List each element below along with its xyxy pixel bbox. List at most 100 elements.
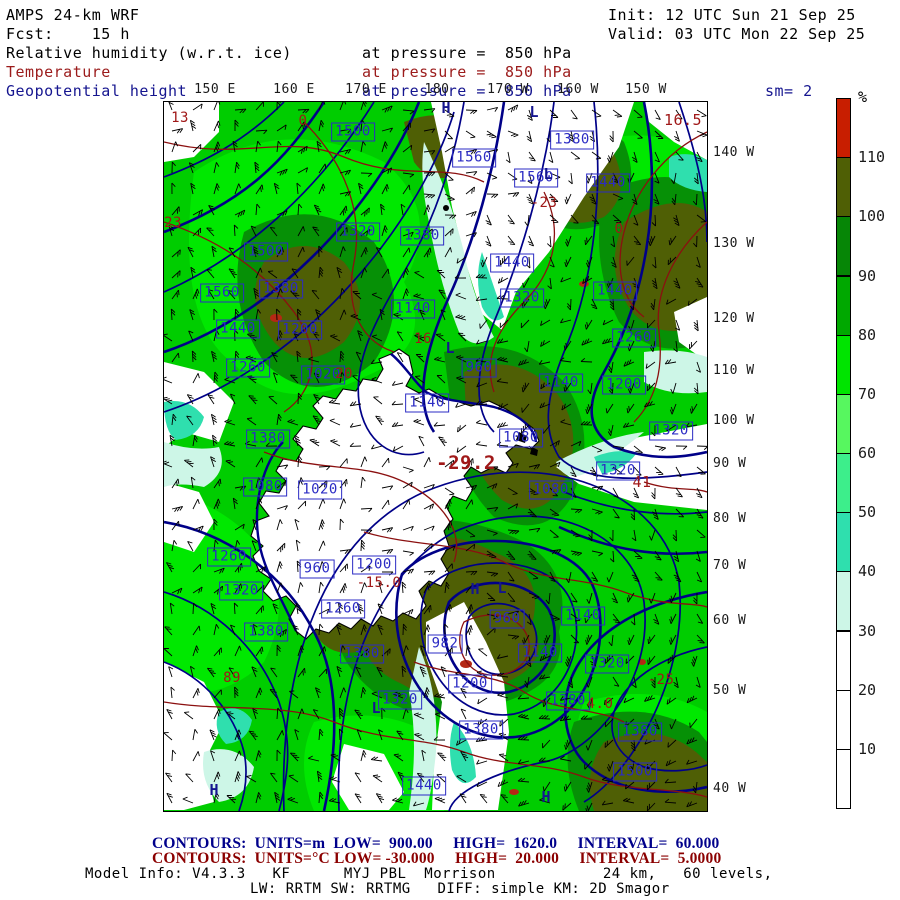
colorbar-tick: 50 [858,503,876,521]
height-contour-label: 1080 [243,478,287,497]
pressure-center-marker: H [470,580,479,598]
top-axis-label: 160 E [273,82,315,97]
height-contour-label: 1260 [207,548,251,567]
temperature-label: 16 [414,331,432,347]
height-contour-label: 1200 [448,675,492,694]
height-contour-label: 1320 [336,223,380,242]
height-contour-label: 1560 [200,284,244,303]
humidity-colorbar: % 110100908070605040302010 [836,98,900,810]
height-contour-label: 1500 [613,763,657,782]
right-axis-label: 100 W [713,413,755,428]
right-axis-label: 60 W [713,613,746,628]
height-contour-label: 1440 [216,320,260,339]
height-contour-label: 960 [462,359,497,378]
height-contour-label: 1320 [500,289,544,308]
right-axis-label: 120 W [713,311,755,326]
temperature-label: 23 [164,215,182,231]
temperature-label: 0 [615,221,624,237]
height-contour-label: 1380 [400,227,444,246]
height-contour-label: 1140 [391,300,435,319]
height-contour-label: 1380 [340,645,384,664]
colorbar-tick: 70 [858,385,876,403]
height-contour-label: 1380 [459,721,503,740]
height-contour-label: 1080 [529,481,573,500]
height-contour-label: 982 [428,635,463,654]
fcst-label: Fcst: [6,25,54,43]
height-contour-label: 1320 [219,582,263,601]
pressure-center-marker: L [497,579,506,597]
colorbar-segment [836,453,851,513]
temperature-label: 89 [223,670,241,686]
height-contour-label: 960 [490,610,525,629]
colorbar-segment [836,631,851,691]
height-contour-label: 1380 [618,723,662,742]
forecast-hour: Fcst: 15 h [6,25,130,43]
right-axis-label: 80 W [713,511,746,526]
height-contour-label: 1440 [490,254,534,273]
field-height-level: at pressure = 850 hPa [362,82,572,100]
right-axis-label: 40 W [713,781,746,796]
top-axis-label: 170 W [487,82,529,97]
pressure-center-marker: L [529,103,538,121]
physics-info: LW: RRTM SW: RRTMG DIFF: simple KM: 2D S… [250,881,670,897]
field-temperature-level: at pressure = 850 hPa [362,63,572,81]
top-axis-label: 170 E [345,82,387,97]
height-contour-label: 1560 [452,149,496,168]
colorbar-segment [836,216,851,276]
height-contour-label: 1440 [593,282,637,301]
top-axis-label: 160 W [557,82,599,97]
colorbar-tick: 110 [858,148,885,166]
smoothing-label: sm= 2 [765,82,813,100]
forecast-map[interactable]: 1500156013801560144013201380150014401560… [163,101,708,812]
colorbar-tick: 20 [858,681,876,699]
temperature-label: -15.0 [357,575,402,591]
colorbar-segment [836,571,851,631]
height-contour-label: 1200 [278,321,322,340]
height-contour-label: 1140 [539,374,583,393]
temperature-label: 20 [335,366,353,382]
field-humidity-label: Relative humidity (w.r.t. ice) [6,44,292,62]
colorbar-segment [836,512,851,572]
right-axis-label: 50 W [713,683,746,698]
model-title: AMPS 24-km WRF [6,6,139,24]
pressure-center-marker: L [371,699,380,717]
temperature-label: -29.2 [436,452,496,474]
temperature-label: 13 [171,110,189,126]
height-contour-label: 1380 [246,430,290,449]
pressure-center-marker: H [541,788,550,806]
top-axis-label: 150 W [625,82,667,97]
right-axis-label: 90 W [713,456,746,471]
init-time: Init: 12 UTC Sun 21 Sep 25 [608,6,856,24]
colorbar-segment [836,749,851,809]
colorbar-segment [836,98,851,158]
temperature-label: 4.0 [587,696,614,712]
pressure-center-marker: L [543,165,552,183]
height-contour-label: 960 [300,560,335,579]
height-contour-label: 1500 [331,123,375,142]
height-contour-label: 1380 [546,692,590,711]
height-contour-label: 1140 [405,394,449,413]
right-axis-label: 140 W [713,145,755,160]
colorbar-segment [836,335,851,395]
temperature-label: -23 [531,195,558,211]
colorbar-tick: 40 [858,562,876,580]
height-contour-label: 1320 [585,655,629,674]
temperature-label: 41 [632,473,651,491]
colorbar-tick: 100 [858,207,885,225]
field-height-label: Geopotential height [6,82,187,100]
height-contour-label: 1140 [518,644,562,663]
model-info: Model Info: V4.3.3 KF MYJ PBL Morrison 2… [85,866,773,882]
height-contour-label: 1380 [244,623,288,642]
colorbar-tick: 80 [858,326,876,344]
valid-time: Valid: 03 UTC Mon 22 Sep 25 [608,25,865,43]
pressure-center-marker: L [445,339,454,357]
colorbar-segment [836,157,851,217]
fcst-value: 15 h [92,25,130,43]
height-contour-label: 1080 [499,429,543,448]
height-contour-label: 1200 [602,376,646,395]
colorbar-tick: 60 [858,444,876,462]
field-temperature-label: Temperature [6,63,111,81]
colorbar-segment [836,394,851,454]
height-contour-label: 1320 [378,691,422,710]
field-humidity-level: at pressure = 850 hPa [362,44,572,62]
